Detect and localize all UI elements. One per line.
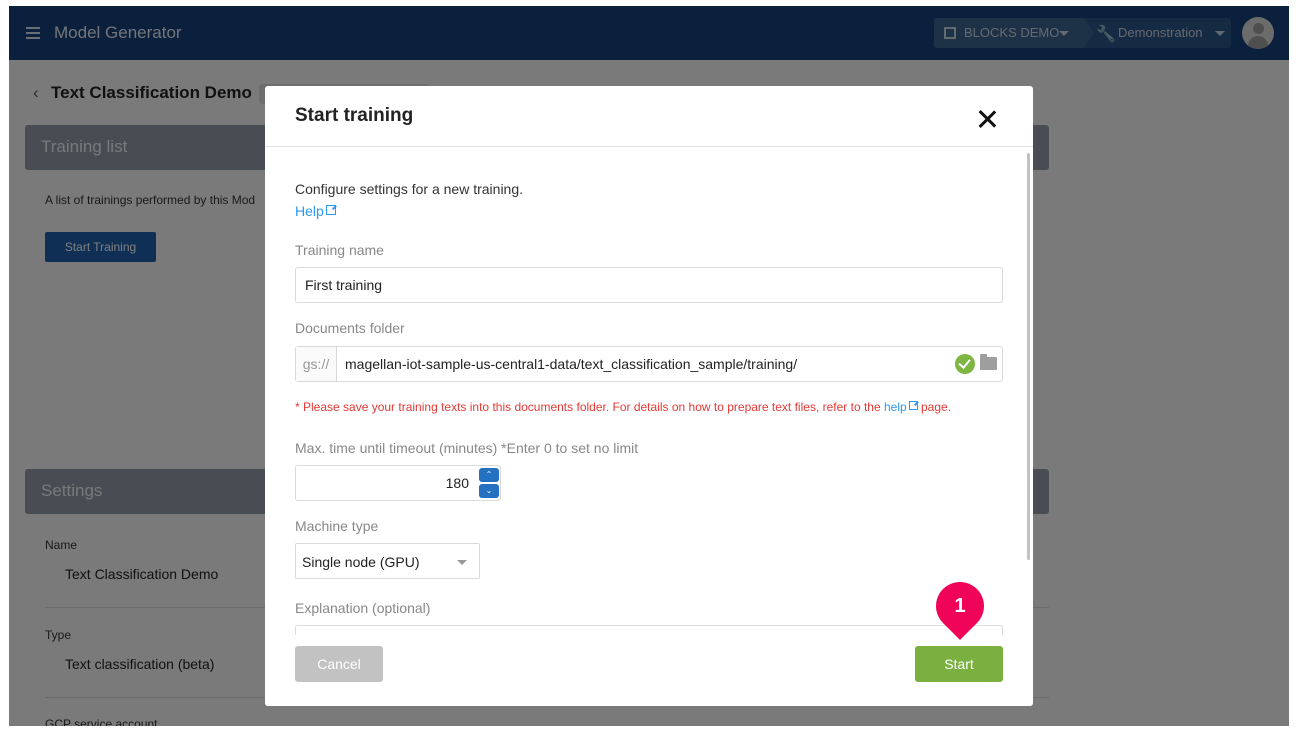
- dialog-intro: Configure settings for a new training.: [295, 181, 524, 197]
- close-icon[interactable]: [975, 107, 999, 131]
- training-name-label: Training name: [295, 242, 384, 258]
- note-text: * Please save your training texts into t…: [295, 400, 884, 414]
- documents-folder-field[interactable]: gs:// magellan-iot-sample-us-central1-da…: [295, 346, 1003, 382]
- start-training-dialog: Start training Configure settings for a …: [265, 86, 1033, 706]
- step-callout-number: 1: [954, 595, 966, 617]
- help-link-label: Help: [295, 203, 324, 219]
- note-help-label: help: [883, 400, 907, 414]
- explanation-label: Explanation (optional): [295, 600, 431, 616]
- dialog-scrollbar[interactable]: [1027, 153, 1030, 560]
- training-name-input[interactable]: [295, 267, 1003, 303]
- decrement-button[interactable]: ⌄: [479, 484, 499, 498]
- machine-type-select[interactable]: Single node (GPU): [295, 543, 480, 579]
- folder-prefix: gs://: [296, 347, 337, 381]
- folder-icon[interactable]: [980, 354, 997, 370]
- dialog-header: Start training: [265, 86, 1033, 147]
- note-help-link[interactable]: help: [884, 400, 918, 414]
- increment-button[interactable]: ⌃: [479, 468, 499, 482]
- timeout-value: 180: [445, 475, 469, 491]
- dialog-title: Start training: [295, 105, 414, 126]
- machine-type-label: Machine type: [295, 518, 379, 534]
- documents-folder-label: Documents folder: [295, 320, 405, 336]
- start-button[interactable]: Start: [915, 646, 1003, 682]
- app-frame: Model Generator BLOCKS DEMO 🔧 Demonstrat…: [9, 6, 1289, 726]
- check-circle-icon: [955, 354, 975, 374]
- timeout-input[interactable]: 180 ⌃ ⌄: [295, 465, 501, 501]
- explanation-textarea[interactable]: [295, 625, 1003, 635]
- external-link-icon: [908, 401, 918, 410]
- chevron-down-icon: [457, 560, 467, 565]
- dialog-footer: Cancel Start: [265, 635, 1033, 706]
- help-link[interactable]: Help: [295, 203, 336, 219]
- documents-folder-note: * Please save your training texts into t…: [295, 400, 951, 414]
- machine-type-value: Single node (GPU): [302, 554, 420, 570]
- documents-folder-input[interactable]: magellan-iot-sample-us-central1-data/tex…: [345, 356, 797, 372]
- note-text-end: page.: [917, 400, 952, 414]
- cancel-button[interactable]: Cancel: [295, 646, 383, 682]
- timeout-label: Max. time until timeout (minutes) *Enter…: [295, 440, 639, 456]
- external-link-icon: [325, 205, 336, 215]
